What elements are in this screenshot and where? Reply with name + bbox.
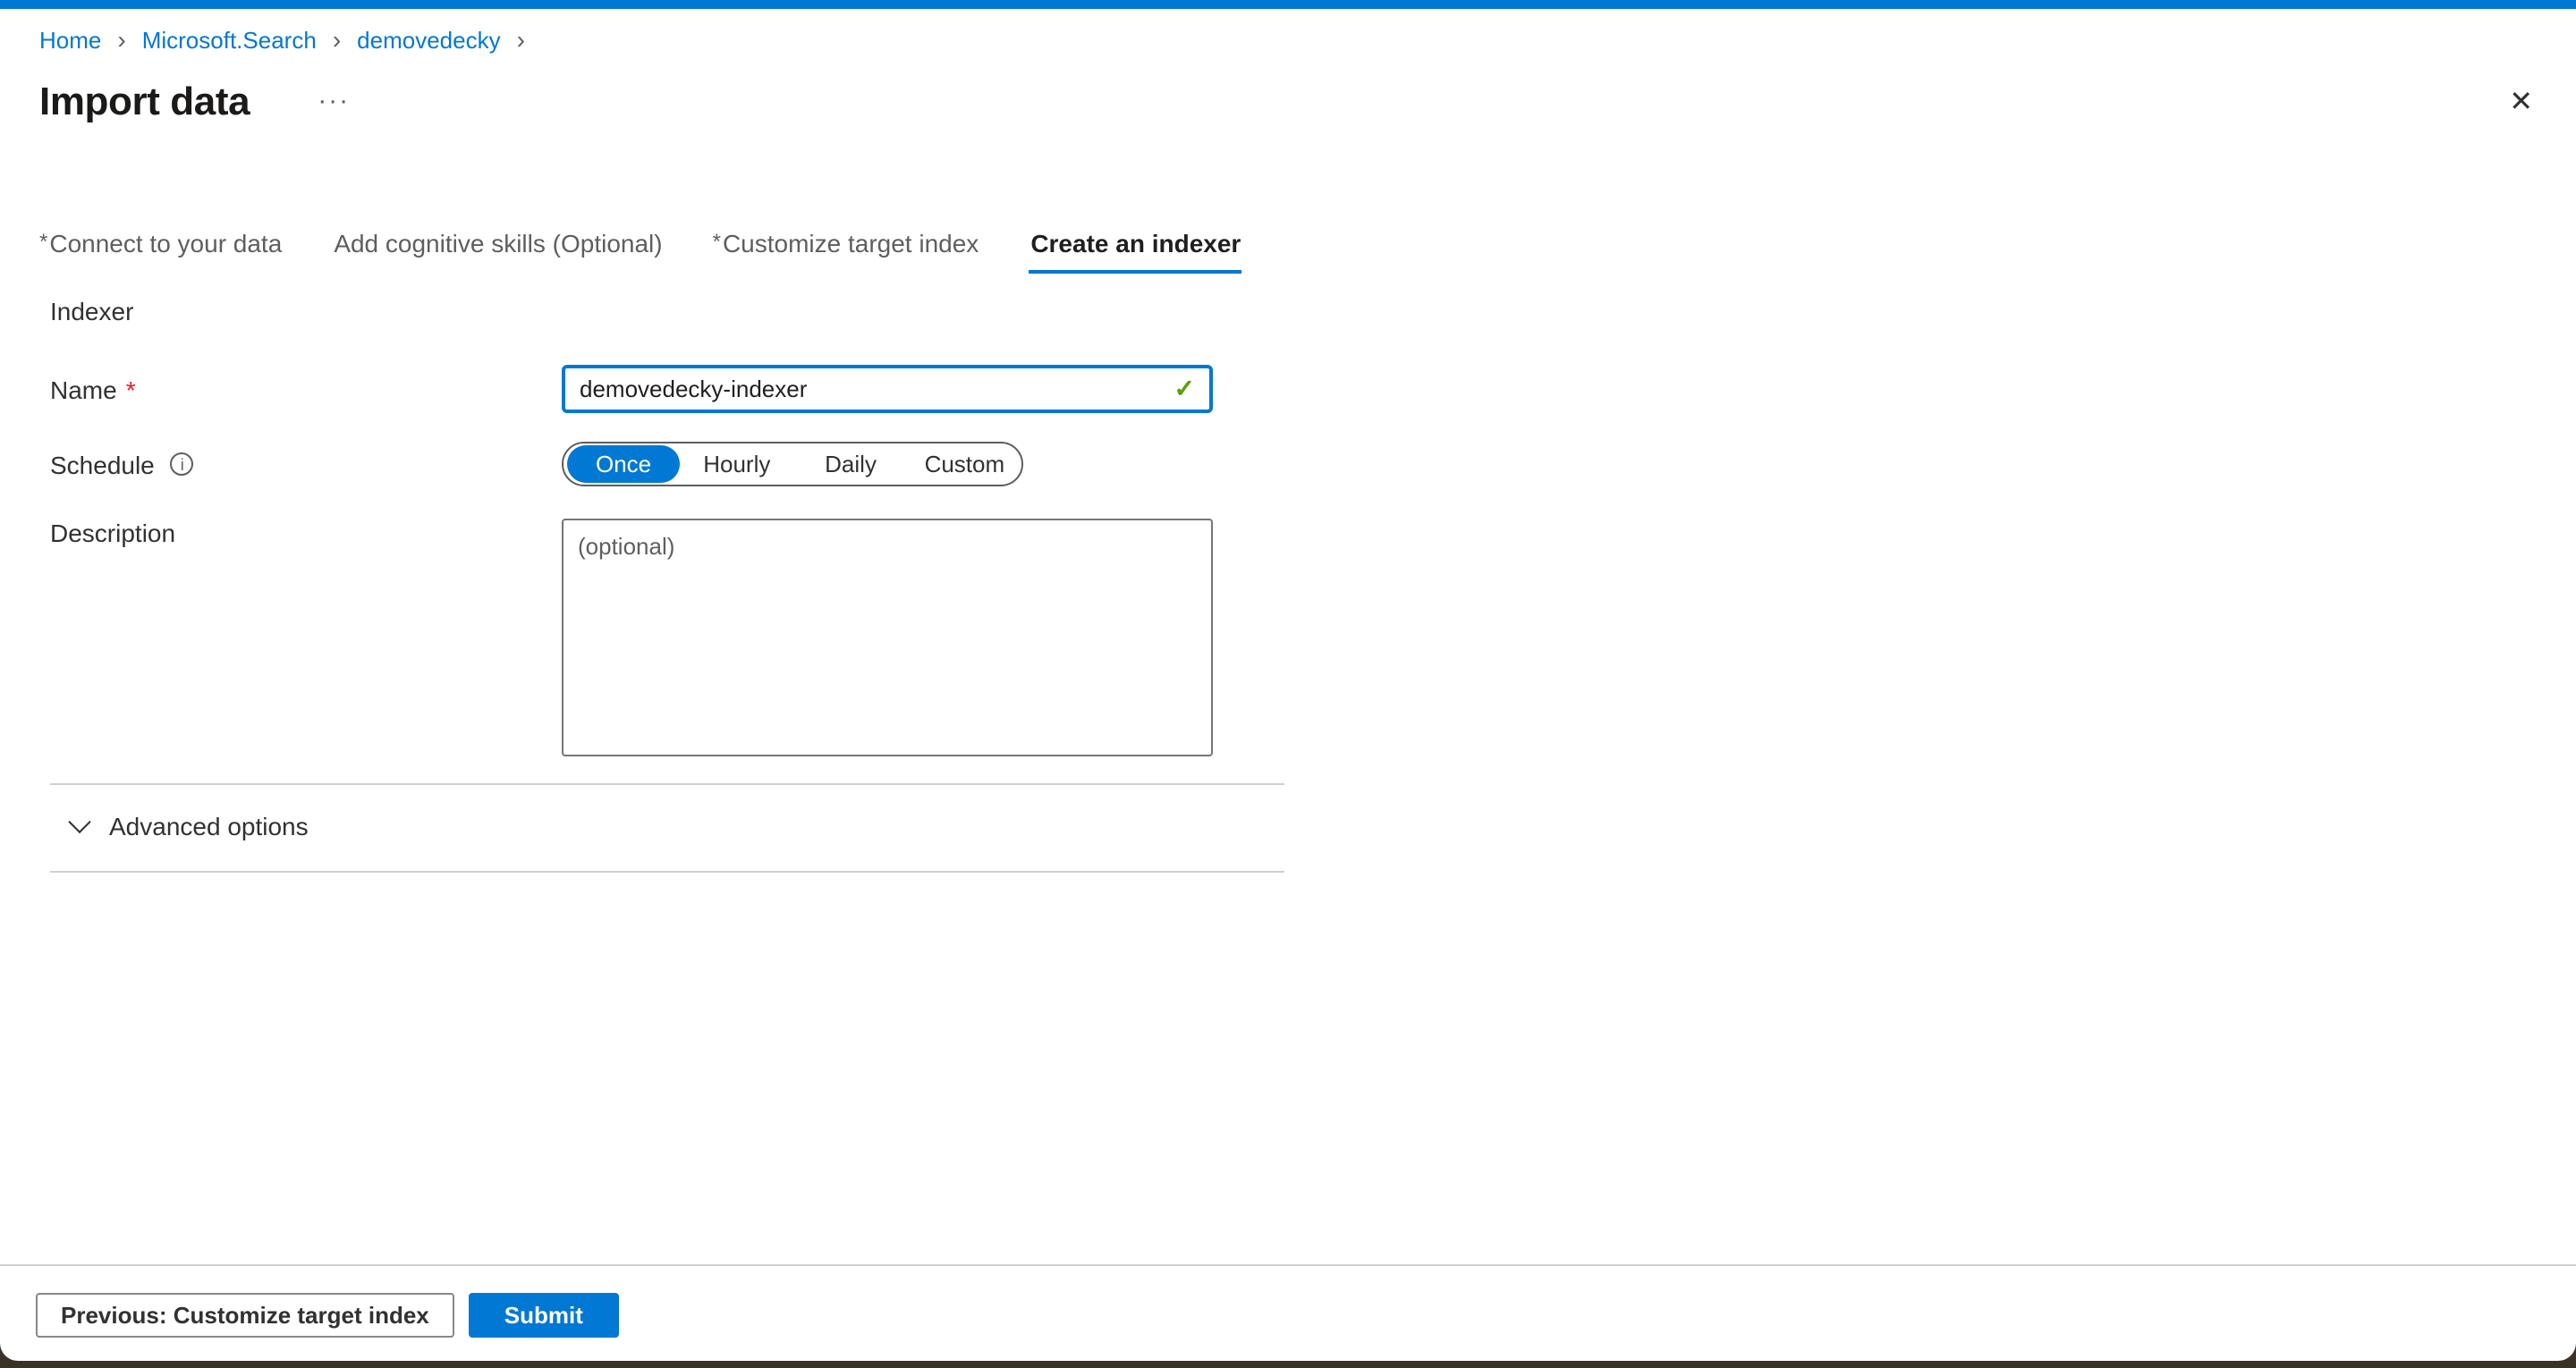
breadcrumb-link-microsoft-search[interactable]: Microsoft.Search: [142, 27, 317, 54]
description-textarea[interactable]: [562, 519, 1213, 756]
close-icon[interactable]: ✕: [2509, 84, 2533, 120]
schedule-option-hourly[interactable]: Hourly: [680, 445, 793, 483]
name-label: Name: [50, 375, 117, 403]
import-data-blade: Home › Microsoft.Search › demovedecky › …: [0, 0, 2576, 1361]
wizard-footer: Previous: Customize target index Submit: [0, 1264, 2576, 1338]
valid-check-icon: ✓: [1174, 374, 1195, 404]
tab-add-cognitive-skills[interactable]: Add cognitive skills (Optional): [332, 229, 662, 274]
schedule-label: Schedule: [50, 450, 155, 478]
indexer-name-value: demovedecky-indexer: [580, 376, 807, 402]
schedule-segmented-control: Once Hourly Daily Custom: [562, 442, 1023, 486]
tab-label: Create an indexer: [1030, 229, 1241, 258]
tab-label: Customize target index: [723, 229, 979, 258]
tab-label: Connect to your data: [49, 229, 282, 258]
name-row: Name * demovedecky-indexer ✓: [50, 365, 1399, 413]
advanced-options-toggle[interactable]: Advanced options: [50, 806, 1399, 846]
tab-label: Add cognitive skills (Optional): [334, 229, 662, 258]
breadcrumb-separator-icon: ›: [333, 29, 341, 52]
indexer-name-input[interactable]: demovedecky-indexer ✓: [562, 365, 1213, 413]
more-options-icon[interactable]: ···: [318, 93, 350, 111]
breadcrumb-link-home[interactable]: Home: [39, 27, 101, 54]
screen: Home › Microsoft.Search › demovedecky › …: [0, 0, 2576, 1368]
divider: [50, 871, 1284, 873]
tab-create-an-indexer[interactable]: Create an indexer: [1029, 229, 1241, 274]
required-asterisk: *: [126, 375, 136, 403]
required-mark: *: [713, 229, 721, 254]
submit-button[interactable]: Submit: [469, 1293, 619, 1338]
breadcrumb-separator-icon: ›: [517, 29, 525, 52]
breadcrumb: Home › Microsoft.Search › demovedecky ›: [39, 27, 541, 54]
schedule-option-custom[interactable]: Custom: [908, 445, 1021, 483]
section-title-indexer: Indexer: [50, 297, 1399, 325]
advanced-options-label: Advanced options: [109, 812, 309, 840]
title-bar: Import data ··· ✕: [39, 75, 2533, 129]
divider: [50, 783, 1284, 785]
description-row: Description: [50, 519, 1399, 756]
indexer-form: Indexer Name * demovedecky-indexer ✓ Sch…: [50, 297, 1399, 873]
previous-button[interactable]: Previous: Customize target index: [36, 1293, 454, 1338]
tab-connect-to-your-data[interactable]: *Connect to your data: [39, 229, 282, 274]
info-icon[interactable]: i: [171, 452, 194, 476]
chevron-down-icon: [68, 810, 90, 832]
breadcrumb-separator-icon: ›: [117, 29, 125, 52]
schedule-row: Schedule i Once Hourly Daily Custom: [50, 442, 1399, 486]
schedule-option-once[interactable]: Once: [567, 445, 680, 483]
top-accent-bar: [0, 0, 2576, 9]
description-label: Description: [50, 519, 175, 547]
required-mark: *: [39, 229, 47, 254]
page-title: Import data: [39, 79, 250, 125]
breadcrumb-link-demovedecky[interactable]: demovedecky: [357, 27, 500, 54]
schedule-option-daily[interactable]: Daily: [793, 445, 907, 483]
wizard-tabs: *Connect to your data Add cognitive skil…: [39, 229, 1241, 274]
tab-customize-target-index[interactable]: *Customize target index: [713, 229, 979, 274]
